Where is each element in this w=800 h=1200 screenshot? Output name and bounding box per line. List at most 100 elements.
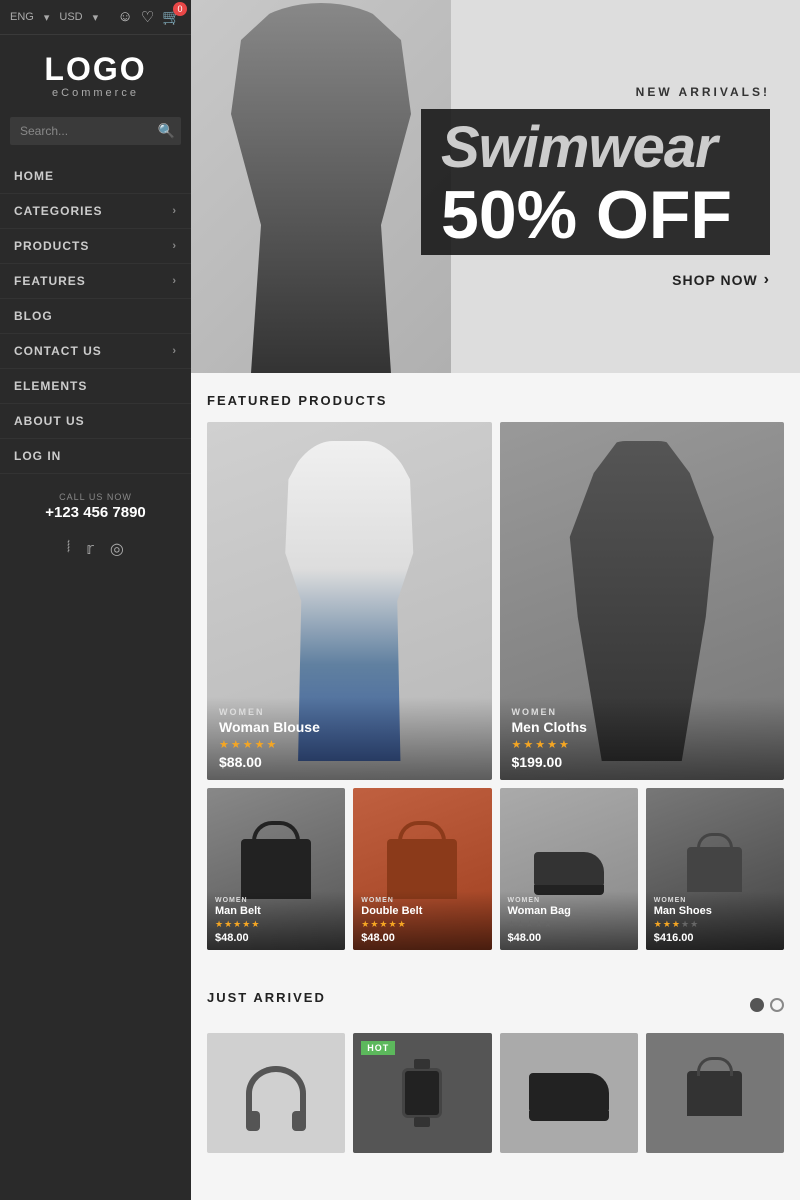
ja-card-bag[interactable] bbox=[646, 1033, 784, 1153]
search-area: 🔍 bbox=[0, 109, 191, 153]
star-1: ★ bbox=[512, 738, 522, 751]
nav-label-blog: BLOG bbox=[14, 309, 53, 323]
chevron-right-icon: › bbox=[172, 205, 177, 217]
product-name-small: Man Shoes bbox=[654, 905, 776, 917]
product-category-small: WOMEN bbox=[508, 897, 630, 904]
chevron-right-icon: › bbox=[172, 240, 177, 252]
product-info-small: WOMEN Double Belt ★ ★ ★ ★ ★ $48.00 bbox=[353, 891, 491, 950]
just-arrived-grid: HOT bbox=[207, 1033, 784, 1153]
carousel-dot-1[interactable] bbox=[750, 998, 764, 1012]
shop-now-label: SHOP NOW bbox=[672, 272, 758, 288]
featured-small-grid: WOMEN Man Belt ★ ★ ★ ★ ★ $48.00 bbox=[207, 788, 784, 950]
star-5: ★ bbox=[559, 738, 569, 751]
search-icon[interactable]: 🔍 bbox=[158, 123, 175, 140]
chevron-right-icon: › bbox=[172, 345, 177, 357]
bag-icon bbox=[241, 839, 311, 899]
star: ★ bbox=[526, 919, 534, 930]
nav-item-home[interactable]: HOME bbox=[0, 159, 191, 194]
shop-now-button[interactable]: SHOP NOW › bbox=[421, 271, 770, 289]
social-icons: 𝆃 𝕣 ◎ bbox=[0, 529, 191, 579]
hero-title-swimwear: Swimwear bbox=[441, 119, 750, 177]
star: ★ bbox=[544, 919, 552, 930]
nav-item-contact[interactable]: CONTACT US › bbox=[0, 334, 191, 369]
nav-item-features[interactable]: FEATURES › bbox=[0, 264, 191, 299]
product-category-small: WOMEN bbox=[215, 897, 337, 904]
currency-dropdown-icon: ▾ bbox=[93, 11, 99, 24]
cart-badge: 0 bbox=[173, 2, 187, 16]
product-name-small: Man Belt bbox=[215, 905, 337, 917]
wishlist-icon[interactable]: ♡ bbox=[141, 8, 154, 26]
product-info-blouse: WOMEN Woman Blouse ★ ★ ★ ★ ★ $88.00 bbox=[207, 697, 492, 780]
star-1: ★ bbox=[219, 738, 229, 751]
facebook-icon[interactable]: 𝆃 bbox=[67, 539, 70, 559]
star: ★ bbox=[388, 919, 396, 930]
nav-menu: HOME CATEGORIES › PRODUCTS › FEATURES › … bbox=[0, 159, 191, 474]
just-arrived-section: JUST ARRIVED HOT bbox=[191, 970, 800, 1173]
nav-item-products[interactable]: PRODUCTS › bbox=[0, 229, 191, 264]
instagram-icon[interactable]: ◎ bbox=[110, 539, 124, 559]
language-selector[interactable]: ENG bbox=[10, 11, 34, 23]
product-rating-small: ★ ★ ★ ★ ★ bbox=[508, 919, 630, 930]
ja-card-shoes[interactable] bbox=[500, 1033, 638, 1153]
nav-item-categories[interactable]: CATEGORIES › bbox=[0, 194, 191, 229]
ja-card-headphones[interactable] bbox=[207, 1033, 345, 1153]
featured-card-double-belt[interactable]: WOMEN Double Belt ★ ★ ★ ★ ★ $48.00 bbox=[353, 788, 491, 950]
account-icon[interactable]: ☺ bbox=[118, 8, 133, 26]
call-number[interactable]: +123 456 7890 bbox=[14, 504, 177, 521]
nav-label-categories: CATEGORIES bbox=[14, 204, 102, 218]
product-price: $88.00 bbox=[219, 754, 480, 770]
chevron-right-icon: › bbox=[172, 275, 177, 287]
star-3: ★ bbox=[535, 738, 545, 751]
nav-item-about[interactable]: ABOUT US bbox=[0, 404, 191, 439]
carousel-dots bbox=[750, 998, 784, 1012]
nav-item-login[interactable]: LOG IN bbox=[0, 439, 191, 474]
featured-card-blouse[interactable]: WOMEN Woman Blouse ★ ★ ★ ★ ★ $88.00 bbox=[207, 422, 492, 780]
currency-selector[interactable]: USD bbox=[59, 11, 82, 23]
product-category-small: WOMEN bbox=[654, 897, 776, 904]
star: ★ bbox=[508, 919, 516, 930]
star: ★ bbox=[379, 919, 387, 930]
product-rating: ★ ★ ★ ★ ★ bbox=[512, 738, 773, 751]
ja-image-headphones bbox=[207, 1033, 345, 1153]
bag-icon-small bbox=[687, 1071, 742, 1116]
product-info-small: WOMEN Man Shoes ★ ★ ★ ★ ★ $416.00 bbox=[646, 891, 784, 950]
cart-icon[interactable]: 🛒 0 bbox=[162, 8, 181, 26]
featured-card-dress[interactable]: WOMEN Men Cloths ★ ★ ★ ★ ★ $199.00 bbox=[500, 422, 785, 780]
logo-text[interactable]: LOGO bbox=[14, 53, 177, 85]
ja-card-watch[interactable]: HOT bbox=[353, 1033, 491, 1153]
product-price-small: $48.00 bbox=[361, 932, 483, 944]
star: ★ bbox=[654, 919, 662, 930]
product-rating-small: ★ ★ ★ ★ ★ bbox=[215, 919, 337, 930]
product-price-small: $48.00 bbox=[215, 932, 337, 944]
star: ★ bbox=[361, 919, 369, 930]
sidebar-topbar: ENG ▾ USD ▾ ☺ ♡ 🛒 0 bbox=[0, 0, 191, 35]
featured-card-woman-bag[interactable]: WOMEN Woman Bag ★ ★ ★ ★ ★ $48.00 bbox=[500, 788, 638, 950]
featured-card-man-shoes[interactable]: WOMEN Man Shoes ★ ★ ★ ★ ★ $416.00 bbox=[646, 788, 784, 950]
product-name-small: Double Belt bbox=[361, 905, 483, 917]
twitter-icon[interactable]: 𝕣 bbox=[86, 539, 94, 559]
featured-large-grid: WOMEN Woman Blouse ★ ★ ★ ★ ★ $88.00 bbox=[207, 422, 784, 780]
hot-badge: HOT bbox=[361, 1041, 395, 1055]
star-4: ★ bbox=[547, 738, 557, 751]
featured-card-man-belt[interactable]: WOMEN Man Belt ★ ★ ★ ★ ★ $48.00 bbox=[207, 788, 345, 950]
nav-item-blog[interactable]: BLOG bbox=[0, 299, 191, 334]
star: ★ bbox=[215, 919, 223, 930]
product-price-small: $416.00 bbox=[654, 932, 776, 944]
watch-icon bbox=[402, 1068, 442, 1118]
carousel-dot-2[interactable] bbox=[770, 998, 784, 1012]
product-info-small: WOMEN Woman Bag ★ ★ ★ ★ ★ $48.00 bbox=[500, 891, 638, 950]
shoe-icon bbox=[534, 852, 604, 887]
product-rating-small: ★ ★ ★ ★ ★ bbox=[361, 919, 483, 930]
search-input[interactable] bbox=[10, 117, 181, 145]
star: ★ bbox=[370, 919, 378, 930]
star-4: ★ bbox=[255, 738, 265, 751]
logo-subtitle: eCommerce bbox=[14, 87, 177, 99]
star: ★ bbox=[690, 919, 698, 930]
nav-item-elements[interactable]: ELEMENTS bbox=[0, 369, 191, 404]
star-3: ★ bbox=[243, 738, 253, 751]
nav-label-login: LOG IN bbox=[14, 449, 61, 463]
product-name: Men Cloths bbox=[512, 719, 773, 735]
star-2: ★ bbox=[231, 738, 241, 751]
lingerie-icon bbox=[687, 847, 742, 892]
nav-label-home: HOME bbox=[14, 169, 54, 183]
